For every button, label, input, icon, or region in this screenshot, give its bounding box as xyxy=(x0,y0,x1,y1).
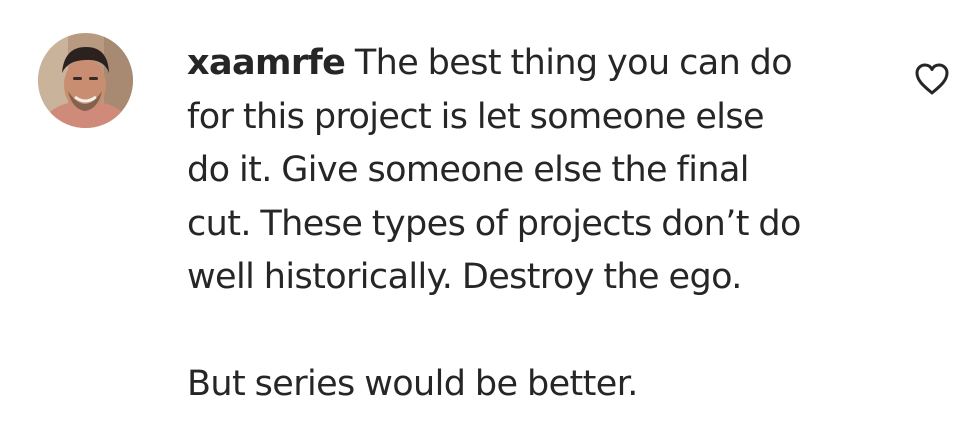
like-button[interactable] xyxy=(914,62,950,96)
avatar[interactable] xyxy=(38,33,133,128)
comment-line-2: for this project is let someone else xyxy=(187,96,765,137)
avatar-photo xyxy=(38,33,133,128)
comment-line-5: well historically. Destroy the ego. xyxy=(187,257,742,297)
comment-line-1: xaamrfe The best thing you can do xyxy=(187,37,877,91)
comment-line-4: cut. These types of projects don’t do xyxy=(187,203,801,244)
comment-item: xaamrfe The best thing you can do for th… xyxy=(0,0,980,439)
comment-text: xaamrfe The best thing you can do for th… xyxy=(187,37,877,412)
comment-line-6: But series would be better. xyxy=(187,364,638,404)
comment-line-3: do it. Give someone else the final xyxy=(187,150,750,190)
comment-username[interactable]: xaamrfe xyxy=(187,43,346,83)
comment-line-1-text: The best thing you can do xyxy=(354,43,793,83)
heart-outline-icon xyxy=(915,63,949,95)
